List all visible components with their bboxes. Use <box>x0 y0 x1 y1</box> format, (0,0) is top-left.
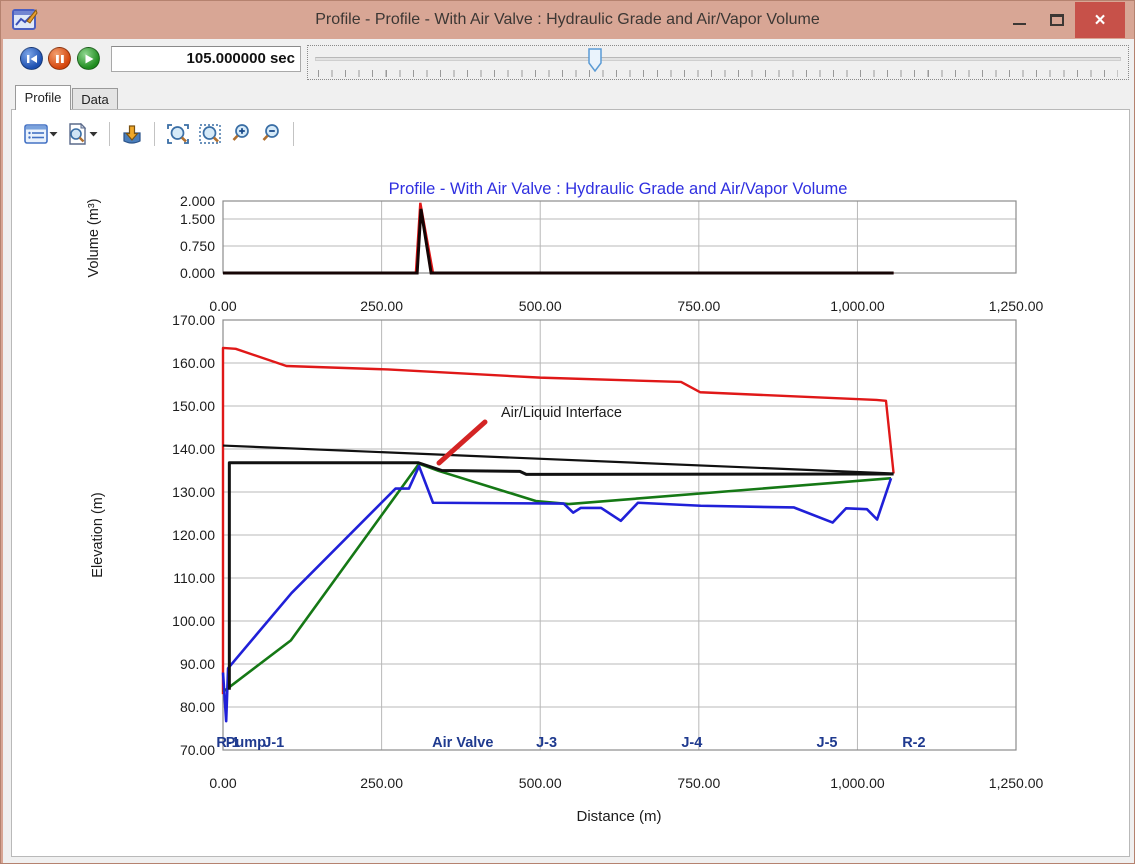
title-bar[interactable]: Profile - Profile - With Air Valve : Hyd… <box>1 1 1134 39</box>
close-icon: × <box>1094 11 1105 30</box>
play-button[interactable] <box>77 47 100 70</box>
play-icon <box>84 54 94 64</box>
tab-data[interactable]: Data <box>72 88 118 110</box>
window-title: Profile - Profile - With Air Valve : Hyd… <box>1 1 1134 39</box>
zoom-window-icon <box>198 123 222 145</box>
skip-to-start-icon <box>26 54 38 64</box>
minimize-icon <box>1013 23 1026 25</box>
zoom-window-button[interactable] <box>196 120 224 148</box>
maximize-button[interactable] <box>1039 1 1075 38</box>
zoom-extent-icon <box>166 123 190 145</box>
slider-thumb[interactable] <box>588 48 602 72</box>
dropdown-caret-icon <box>49 131 58 137</box>
zoom-out-button[interactable] <box>258 120 284 148</box>
dropdown-caret-icon <box>89 131 98 137</box>
chart-toolbar <box>22 118 299 150</box>
tab-profile[interactable]: Profile <box>15 85 71 110</box>
print-preview-icon <box>66 123 88 145</box>
export-snapshot-button[interactable] <box>119 120 145 148</box>
skip-to-start-button[interactable] <box>20 47 43 70</box>
time-display[interactable]: 105.000000 sec <box>111 46 301 72</box>
pause-button[interactable] <box>48 47 71 70</box>
app-window: Profile - Profile - With Air Valve : Hyd… <box>0 0 1135 864</box>
zoom-out-icon <box>260 123 282 145</box>
zoom-extent-button[interactable] <box>164 120 192 148</box>
client-area: 105.000000 sec Profile Data <box>3 39 1134 863</box>
toolbar-separator <box>154 122 155 146</box>
pause-icon <box>55 54 65 64</box>
slider-thumb-icon <box>588 48 602 72</box>
slider-ticks <box>318 70 1118 77</box>
zoom-in-button[interactable] <box>228 120 254 148</box>
maximize-icon <box>1050 14 1064 26</box>
display-options-icon <box>24 124 48 144</box>
display-options-button[interactable] <box>22 120 60 148</box>
time-slider[interactable] <box>307 45 1129 80</box>
minimize-button[interactable] <box>1001 1 1037 38</box>
close-button[interactable]: × <box>1075 2 1125 38</box>
print-preview-button[interactable] <box>64 120 100 148</box>
export-snapshot-icon <box>121 123 143 145</box>
toolbar-separator <box>293 122 294 146</box>
slider-track[interactable] <box>315 57 1121 61</box>
toolbar-separator <box>109 122 110 146</box>
profile-tab-page <box>11 109 1130 857</box>
zoom-in-icon <box>230 123 252 145</box>
